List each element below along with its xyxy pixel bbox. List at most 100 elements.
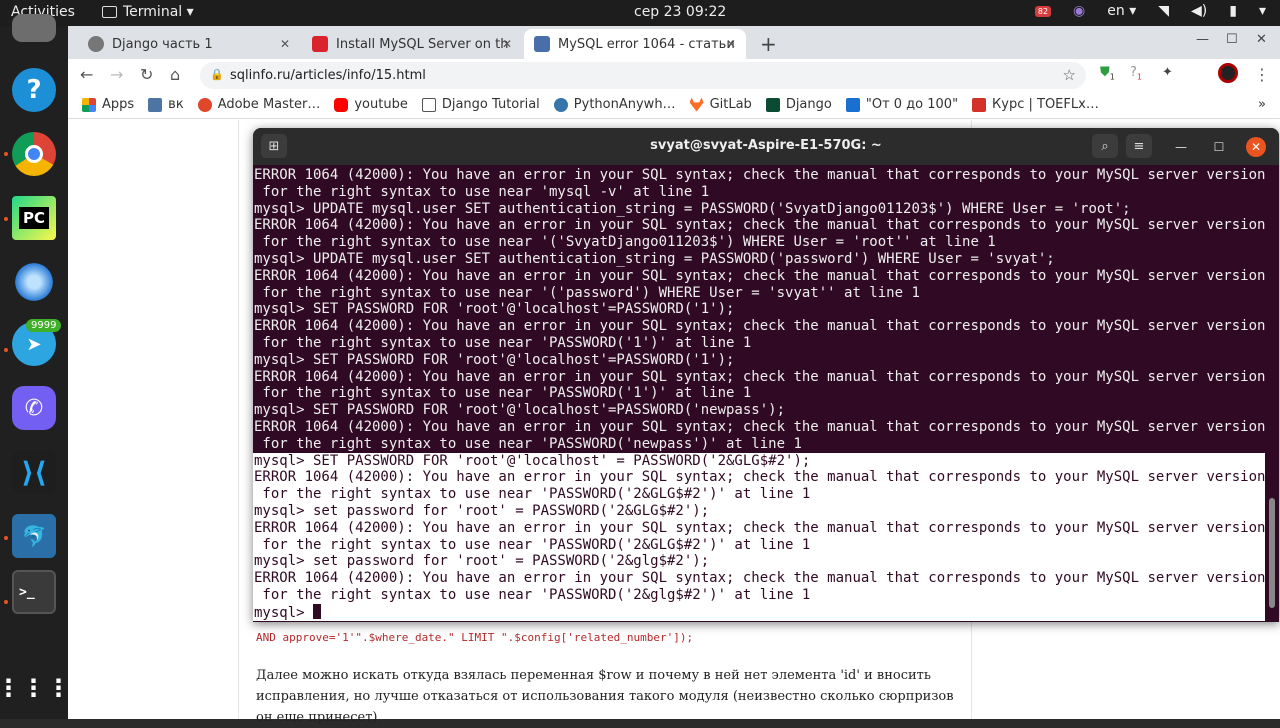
notification-badge-icon[interactable]: 82	[1034, 5, 1052, 17]
wifi-icon[interactable]: ◥	[1158, 3, 1169, 19]
dock: ? PC ➤ 9999 ✆ ⟩⟨ 🐬 >_ ⋮⋮⋮	[0, 14, 71, 719]
system-menu-chevron-icon[interactable]: ▾	[1259, 3, 1266, 19]
bookmark-django-tutorial[interactable]: Django Tutorial	[421, 97, 540, 112]
extension-help-icon[interactable]: ?1	[1130, 65, 1142, 82]
forward-icon[interactable]: →	[110, 65, 123, 84]
terminal-line: for the right syntax to use near 'PASSWO…	[253, 586, 1265, 604]
new-tab-button[interactable]: +	[760, 32, 777, 56]
close-tab-icon[interactable]: ✕	[726, 37, 736, 51]
bookmark-label: Django	[785, 97, 832, 112]
home-icon[interactable]: ⌂	[170, 65, 180, 84]
tab-django[interactable]: Django часть 1 ✕	[78, 29, 300, 59]
viber-tray-icon[interactable]: ◉	[1073, 3, 1085, 19]
terminal-window[interactable]: ⊞ svyat@svyat-Aspire-E1-570G: ~ ⌕ ≡ — ☐ …	[253, 128, 1279, 622]
terminal-line: for the right syntax to use near 'PASSWO…	[253, 385, 1265, 402]
site-r-icon	[312, 36, 328, 52]
bookmark-label: "От 0 до 100"	[865, 97, 959, 112]
code-snippet: AND approve='1'".$where_date." LIMIT ".$…	[256, 631, 694, 644]
close-tab-icon[interactable]: ✕	[502, 37, 512, 51]
terminal-line-text: ERROR 1064 (42000): You have an error in…	[254, 368, 1265, 385]
globe-icon	[88, 36, 104, 52]
document-icon	[421, 97, 436, 112]
app-menu[interactable]: Terminal ▾	[102, 4, 194, 20]
grid-icon	[534, 36, 550, 52]
bookmark-pythonanywhere[interactable]: PythonAnywh…	[553, 97, 676, 112]
minimize-icon[interactable]: —	[1196, 32, 1209, 47]
terminal-line-text: ERROR 1064 (42000): You have an error in…	[254, 267, 1265, 284]
terminal-line-text: for the right syntax to use near '('Svya…	[254, 234, 996, 251]
vscode-app-icon[interactable]: ⟩⟨	[12, 450, 56, 494]
bookmark-star-icon[interactable]: ☆	[1063, 66, 1076, 84]
spiral-app-icon[interactable]	[12, 260, 56, 304]
bookmark-vk[interactable]: вк	[148, 97, 184, 112]
terminal-line-text: mysql> SET PASSWORD FOR 'root'@'localhos…	[254, 402, 786, 419]
bookmark-toefl[interactable]: Курс | TOEFLx…	[972, 97, 1099, 112]
terminal-line: ERROR 1064 (42000): You have an error in…	[253, 419, 1265, 436]
profile-avatar[interactable]	[1218, 63, 1238, 83]
menu-kebab-icon[interactable]: ⋮	[1254, 65, 1270, 84]
tab-label: MySQL error 1064 - статьи	[558, 36, 735, 52]
tab-mysql-error[interactable]: MySQL error 1064 - статьи ✕	[524, 29, 746, 59]
bookmark-apps[interactable]: Apps	[82, 97, 134, 112]
mysql-workbench-app-icon[interactable]: 🐬	[12, 514, 56, 558]
battery-icon[interactable]: ▮	[1229, 3, 1237, 19]
terminal-output[interactable]: ERROR 1064 (42000): You have an error in…	[253, 167, 1265, 622]
show-applications-icon[interactable]: ⋮⋮⋮	[0, 666, 71, 710]
chrome-app-icon[interactable]	[12, 132, 56, 176]
terminal-line-text: ERROR 1064 (42000): You have an error in…	[254, 217, 1265, 234]
language-selector[interactable]: en ▾	[1107, 3, 1136, 19]
bookmark-label: Apps	[102, 97, 135, 112]
maximize-icon[interactable]: ☐	[1226, 32, 1238, 47]
gnome-top-bar: Activities Terminal ▾ сер 23 09:22 82 ◉ …	[0, 0, 1280, 26]
bookmark-adobe[interactable]: Adobe Master…	[197, 97, 321, 112]
terminal-app-icon	[102, 6, 117, 18]
close-tab-icon[interactable]: ✕	[280, 37, 290, 51]
chrome-center	[25, 145, 43, 163]
minimize-icon[interactable]: —	[1171, 137, 1191, 157]
viber-app-icon[interactable]: ✆	[12, 386, 56, 430]
terminal-line: mysql> UPDATE mysql.user SET authenticat…	[253, 251, 1265, 268]
terminal-line-text: for the right syntax to use near 'PASSWO…	[254, 385, 752, 402]
search-icon[interactable]: ⌕	[1092, 134, 1118, 158]
tab-strip: Django часть 1 ✕ Install MySQL Server on…	[68, 26, 1280, 59]
terminal-line-text: mysql> set password for 'root' = PASSWOR…	[254, 502, 710, 519]
bookmarks-overflow-icon[interactable]: »	[1258, 97, 1266, 112]
terminal-line-text: mysql>	[254, 604, 314, 621]
close-window-icon[interactable]: ✕	[1256, 32, 1267, 47]
terminal-app-icon[interactable]: >_	[12, 570, 56, 614]
terminal-line: for the right syntax to use near 'mysql …	[253, 184, 1265, 201]
back-icon[interactable]: ←	[80, 65, 93, 84]
extension-shield-icon[interactable]: ⛊1	[1100, 65, 1115, 82]
lock-icon: 🔒	[210, 68, 224, 81]
address-bar[interactable]: 🔒 sqlinfo.ru/articles/info/15.html ☆	[200, 62, 1086, 89]
bookmark-label: Django Tutorial	[441, 97, 540, 112]
extensions-puzzle-icon[interactable]: ✦	[1162, 65, 1173, 80]
terminal-line-text: ERROR 1064 (42000): You have an error in…	[254, 418, 1265, 435]
bookmark-gitlab[interactable]: GitLab	[689, 97, 752, 112]
terminal-line: ERROR 1064 (42000): You have an error in…	[253, 469, 1265, 487]
terminal-scrollbar[interactable]	[1269, 498, 1275, 608]
bookmark-youtube[interactable]: youtube	[334, 97, 408, 112]
help-app-icon[interactable]: ?	[12, 68, 56, 112]
app-menu-label: Terminal ▾	[123, 4, 194, 20]
files-app-icon[interactable]	[12, 14, 56, 42]
bookmark-label: Adobe Master…	[217, 97, 321, 112]
reload-icon[interactable]: ↻	[140, 65, 153, 84]
clock[interactable]: сер 23 09:22	[634, 4, 726, 20]
terminal-line-text: mysql> UPDATE mysql.user SET authenticat…	[254, 200, 1131, 217]
bookmark-django[interactable]: Django	[765, 97, 832, 112]
hamburger-menu-icon[interactable]: ≡	[1126, 134, 1152, 158]
tab-install-mysql[interactable]: Install MySQL Server on th ✕	[302, 29, 522, 59]
bookmark-ot0do100[interactable]: "От 0 до 100"	[845, 97, 959, 112]
volume-icon[interactable]: ◀)	[1191, 3, 1207, 19]
terminal-header-bar[interactable]: ⊞ svyat@svyat-Aspire-E1-570G: ~ ⌕ ≡ — ☐ …	[253, 128, 1279, 165]
close-icon[interactable]: ✕	[1246, 137, 1266, 157]
ext-badge: 1	[1109, 72, 1115, 82]
terminal-prompt-line: mysql>	[253, 603, 1265, 621]
running-indicator	[4, 152, 8, 156]
maximize-icon[interactable]: ☐	[1209, 137, 1229, 157]
pycharm-app-icon[interactable]: PC	[12, 196, 56, 240]
tab-label: Django часть 1	[112, 36, 213, 52]
bookmark-label: PythonAnywh…	[573, 97, 676, 112]
terminal-cursor	[313, 603, 322, 619]
